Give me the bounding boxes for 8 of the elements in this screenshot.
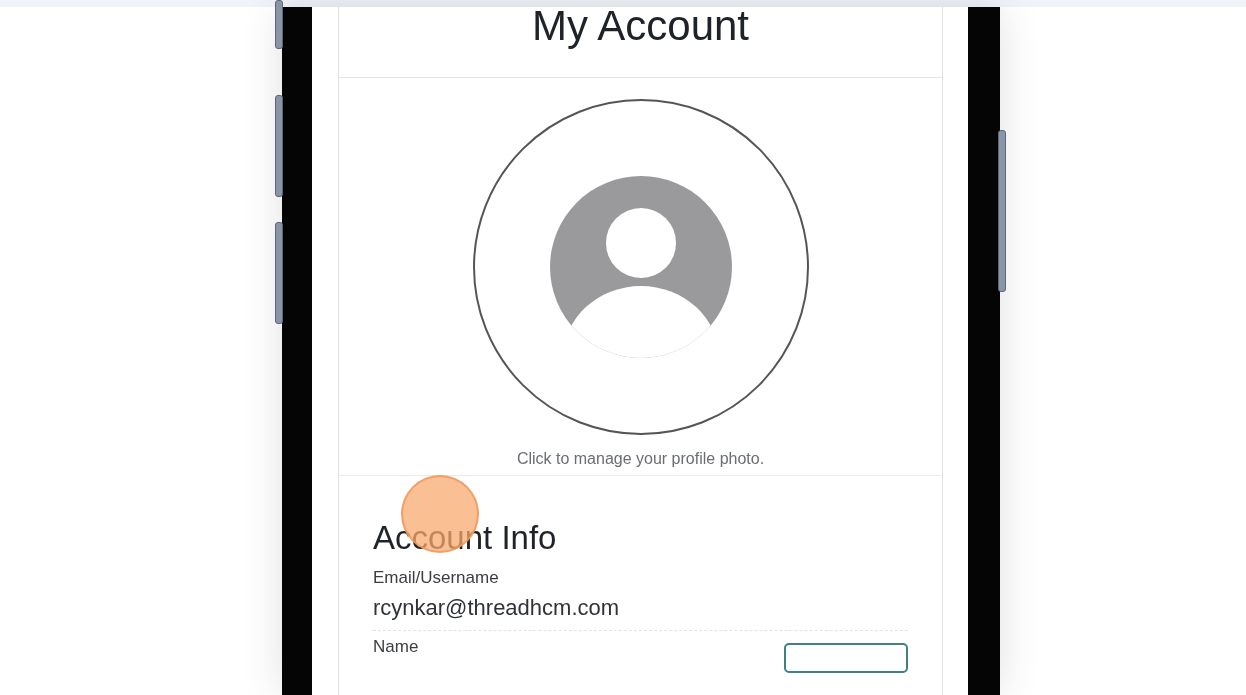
- edit-button[interactable]: [784, 643, 908, 673]
- field-label: Email/Username: [373, 568, 500, 588]
- field-value: rcynkar@threadhcm.com: [373, 594, 620, 622]
- page-title: My Account: [531, 1, 750, 51]
- avatar-placeholder-icon[interactable]: [471, 98, 810, 436]
- section-heading: Account Info: [373, 518, 557, 558]
- photo-caption[interactable]: Click to manage your profile photo.: [516, 450, 765, 468]
- field-label: Name: [373, 637, 419, 657]
